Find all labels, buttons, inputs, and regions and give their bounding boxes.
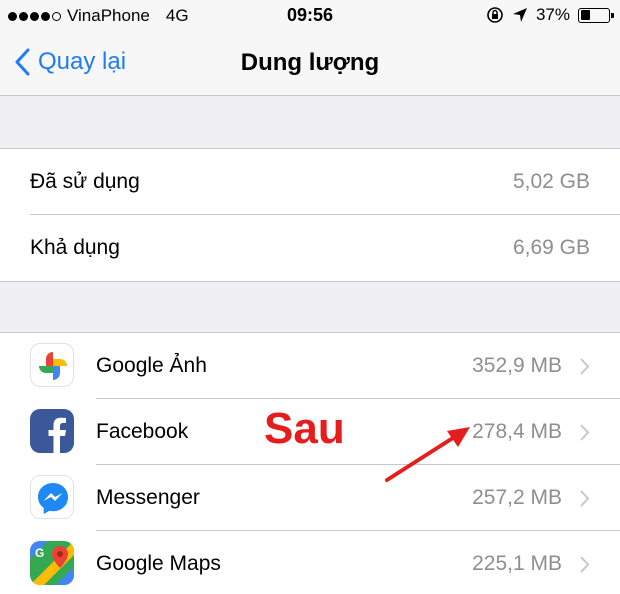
google-photos-icon bbox=[30, 343, 74, 387]
battery-percent: 37% bbox=[535, 5, 570, 24]
storage-available-row: Khả dụng 6,69 GB bbox=[0, 215, 620, 281]
app-row-google-photos[interactable]: Google Ảnh 352,9 MB bbox=[0, 333, 620, 399]
chevron-right-icon bbox=[580, 358, 590, 375]
app-row-google-maps[interactable]: G Google Maps 225,1 MB bbox=[0, 531, 620, 594]
status-right: 37% bbox=[486, 5, 614, 25]
location-arrow-icon bbox=[512, 8, 527, 22]
app-row-messenger[interactable]: Messenger 257,2 MB bbox=[0, 465, 620, 531]
app-size: 257,2 MB bbox=[472, 486, 562, 509]
app-name: Google Maps bbox=[96, 552, 221, 575]
storage-available-label: Khả dụng bbox=[30, 236, 120, 259]
status-bar: VinaPhone 4G 09:56 37% bbox=[0, 0, 620, 34]
app-size: 352,9 MB bbox=[472, 354, 562, 377]
google-maps-icon: G bbox=[30, 541, 74, 585]
app-name: Facebook bbox=[96, 420, 189, 443]
storage-available-value: 6,69 GB bbox=[512, 236, 590, 259]
battery-icon bbox=[578, 7, 614, 23]
page-title: Dung lượng bbox=[240, 49, 380, 76]
app-name: Google Ảnh bbox=[96, 354, 207, 377]
chevron-right-icon bbox=[580, 424, 590, 441]
app-list-group: Google Ảnh 352,9 MB Facebook 278,4 MB Me… bbox=[0, 332, 620, 594]
app-size: 278,4 MB bbox=[472, 420, 562, 443]
storage-used-label: Đã sử dụng bbox=[30, 170, 140, 193]
chevron-right-icon bbox=[580, 490, 590, 507]
chevron-right-icon bbox=[580, 556, 590, 573]
annotation-label: Sau bbox=[264, 404, 345, 453]
storage-used-value: 5,02 GB bbox=[512, 170, 590, 193]
svg-text:G: G bbox=[35, 546, 44, 560]
app-size: 225,1 MB bbox=[472, 552, 562, 575]
storage-used-row: Đã sử dụng 5,02 GB bbox=[0, 149, 620, 215]
messenger-icon bbox=[30, 475, 74, 519]
app-name: Messenger bbox=[96, 486, 200, 509]
rotation-lock-icon bbox=[487, 7, 503, 23]
facebook-icon bbox=[30, 409, 74, 453]
navigation-bar: Quay lại Dung lượng bbox=[0, 34, 620, 96]
storage-summary-group: Đã sử dụng 5,02 GB Khả dụng 6,69 GB bbox=[0, 148, 620, 282]
